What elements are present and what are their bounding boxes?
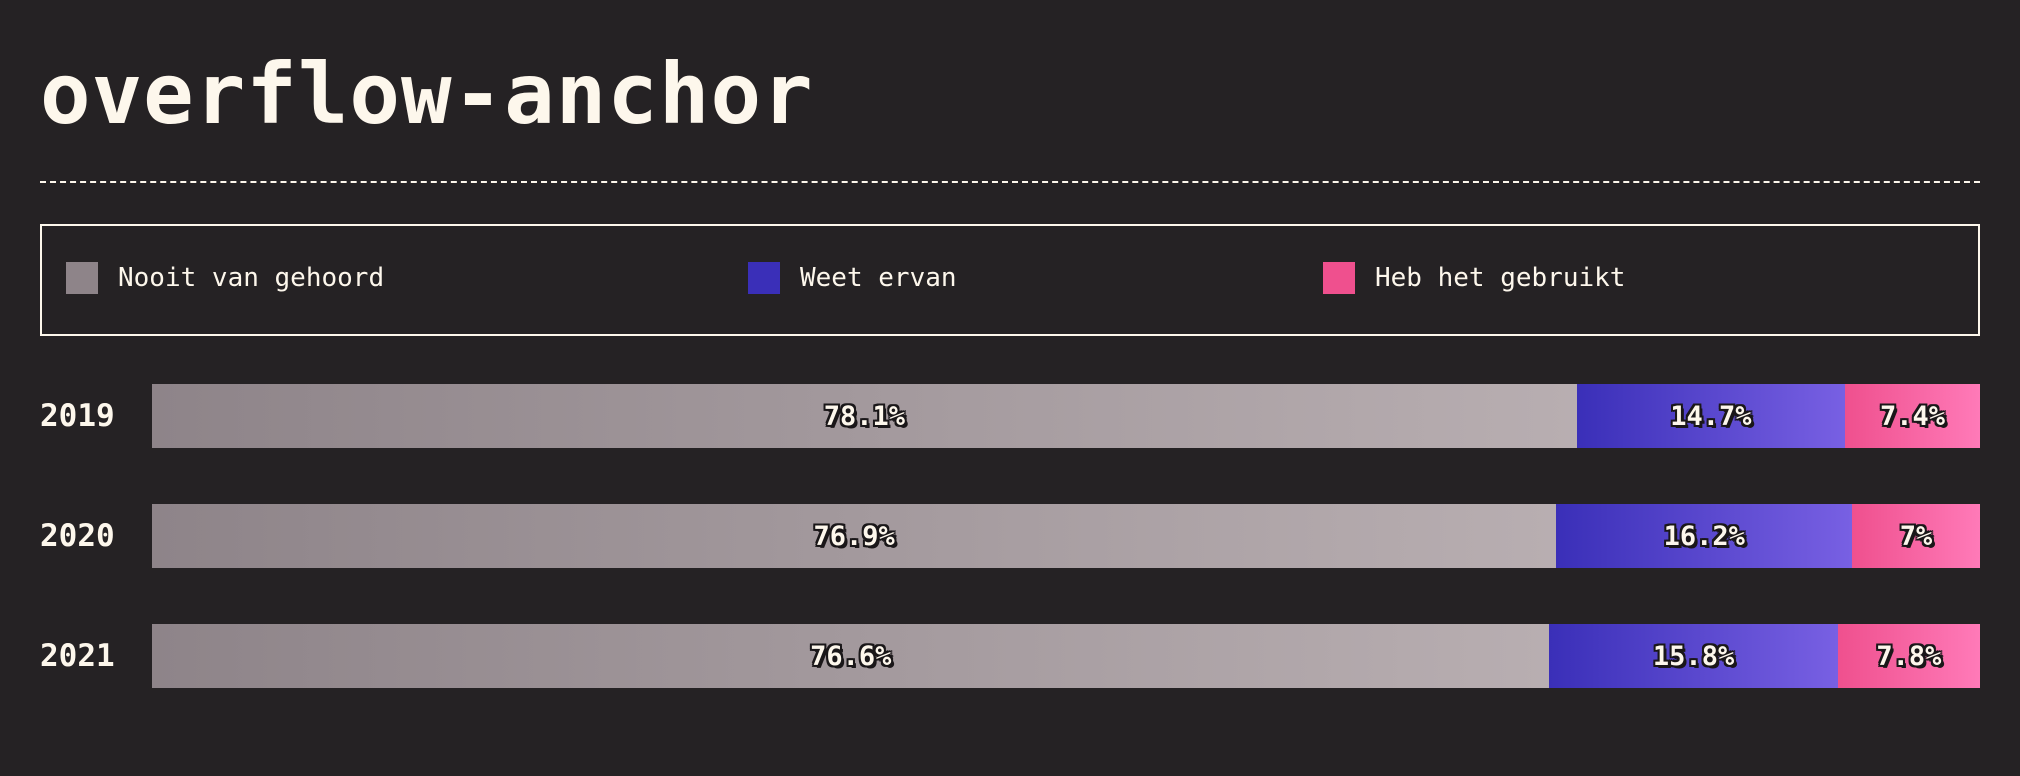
category-label: 2020 <box>40 518 115 554</box>
legend-label: Heb het gebruikt <box>1375 263 1626 293</box>
legend-label: Weet ervan <box>800 263 957 293</box>
legend-swatch-heb-het-gebruikt <box>1323 262 1355 294</box>
data-label: 7.4% <box>1879 400 1945 432</box>
data-label: 7.8% <box>1876 640 1942 672</box>
data-label: 15.8% <box>1652 640 1735 672</box>
legend-item-weet-ervan: Weet ervan <box>748 261 957 295</box>
data-label: 76.9% <box>813 520 895 552</box>
category-label: 2021 <box>40 638 115 674</box>
legend-swatch-nooit-van-gehoord <box>66 262 98 294</box>
data-label: 76.6% <box>810 640 892 672</box>
bar-segment-heb-het-gebruikt: 7.4% <box>1844 384 1980 448</box>
data-label: 14.7% <box>1670 400 1752 432</box>
legend-item-nooit-van-gehoord: Nooit van gehoord <box>66 261 384 295</box>
data-label: 7% <box>1899 520 1933 552</box>
legend-item-heb-het-gebruikt: Heb het gebruikt <box>1323 261 1625 295</box>
bar-segment-nooit-van-gehoord: 76.6% <box>152 624 1550 688</box>
bar-segment-weet-ervan: 15.8% <box>1549 624 1838 688</box>
stacked-bar: 78.1% 14.7% 7.4% <box>152 384 1980 448</box>
bar-segment-heb-het-gebruikt: 7.8% <box>1837 624 1980 688</box>
bar-row-2020: 2020 76.9% 16.2% 7% <box>40 504 1980 568</box>
bar-segment-weet-ervan: 16.2% <box>1556 504 1853 568</box>
bar-row-2019: 2019 78.1% 14.7% 7.4% <box>40 384 1980 448</box>
bar-row-2021: 2021 76.6% 15.8% 7.8% <box>40 624 1980 688</box>
stacked-bar: 76.6% 15.8% 7.8% <box>152 624 1980 688</box>
bar-segment-weet-ervan: 14.7% <box>1576 384 1845 448</box>
legend-label: Nooit van gehoord <box>118 263 385 293</box>
legend-swatch-weet-ervan <box>748 262 780 294</box>
title-divider <box>40 181 1980 183</box>
page-title: overflow-anchor <box>40 45 814 143</box>
bar-segment-heb-het-gebruikt: 7% <box>1852 504 1980 568</box>
category-label: 2019 <box>40 398 115 434</box>
stacked-bar: 76.9% 16.2% 7% <box>152 504 1980 568</box>
data-label: 16.2% <box>1663 520 1745 552</box>
data-label: 78.1% <box>823 400 906 432</box>
bar-segment-nooit-van-gehoord: 76.9% <box>152 504 1557 568</box>
chart-legend: Nooit van gehoord Weet ervan Heb het geb… <box>40 224 1980 336</box>
bar-segment-nooit-van-gehoord: 78.1% <box>152 384 1577 448</box>
